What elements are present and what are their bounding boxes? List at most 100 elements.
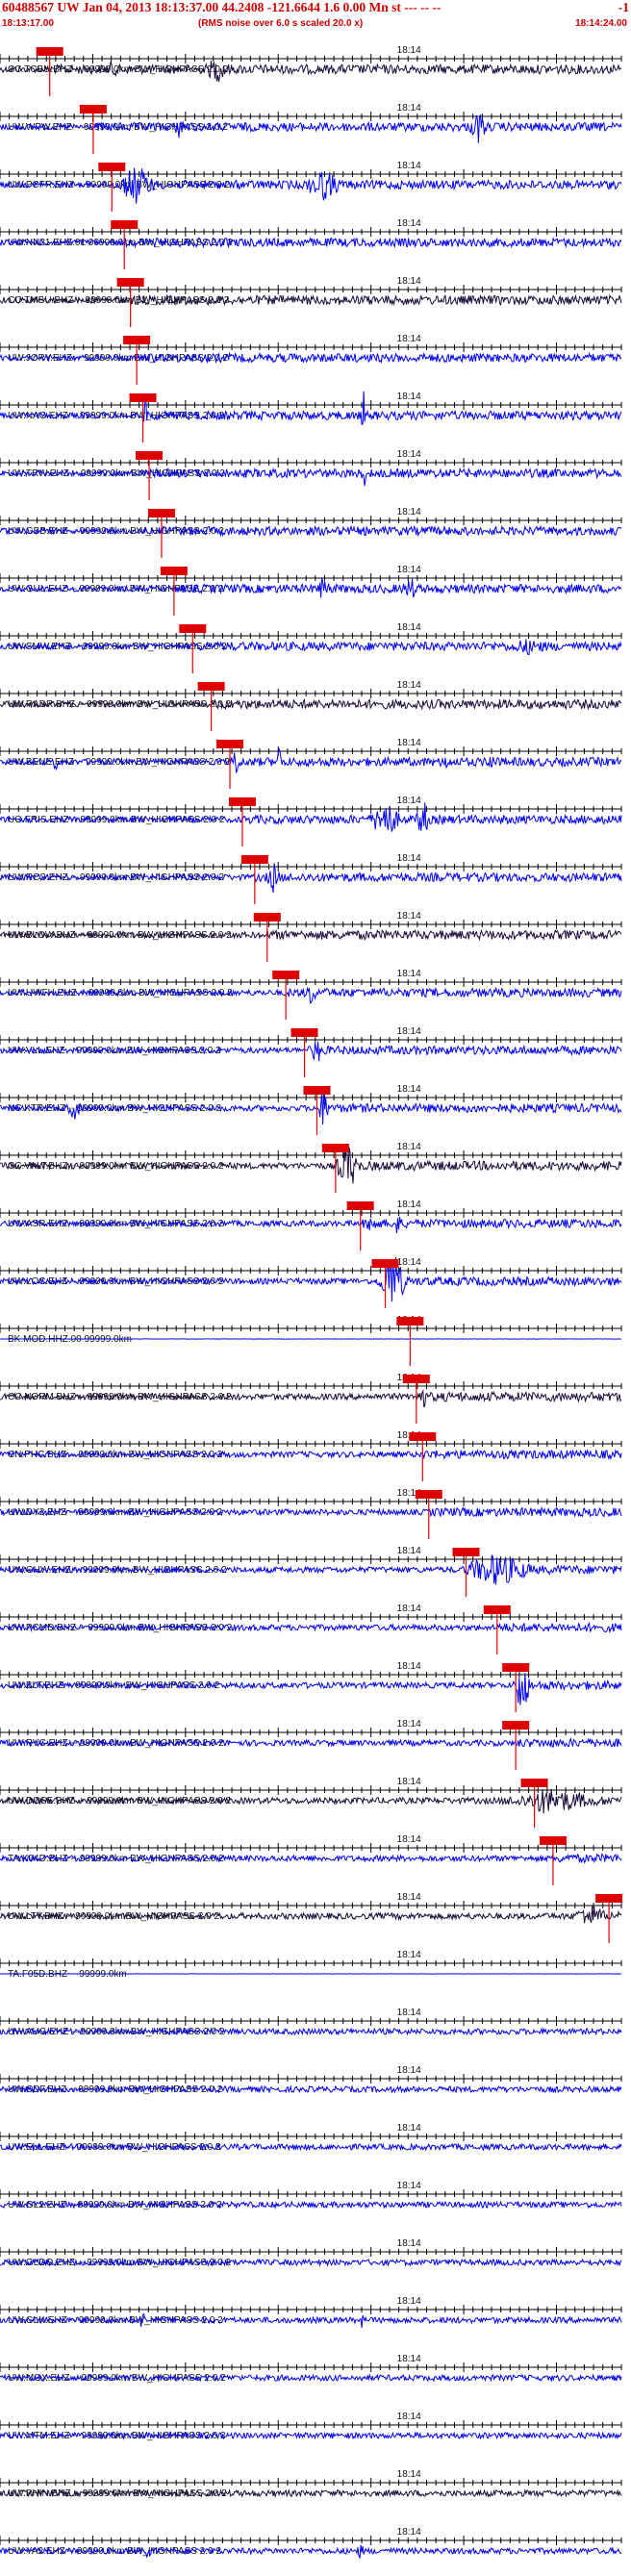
trace-row: 18:14UW.MOX.EHZ -- 99999.0km BW_HIGHPASS…	[0, 2354, 622, 2384]
start-time: 18:13:17.00	[2, 18, 54, 29]
trace-row: 18:14UW.NN21.EHZ.01 99999.0km BW_HIGHPAS…	[0, 218, 622, 269]
trace-row: 18:14UW.GLK.EHZ -- 99999.0km BW_HIGHPASS…	[0, 2296, 622, 2328]
minute-tick-label: 18:14	[397, 2469, 421, 2480]
trace-row: 18:14UW.GHW.EHZ -- 99999.0km BW_HIGHPASS…	[0, 1546, 622, 1597]
phase-pick-flag	[216, 740, 244, 748]
trace-row: 18:14UW.RCS.EHZ -- 99999.0km BW_HIGHPASS…	[0, 853, 622, 904]
minute-tick-label: 18:14	[397, 449, 421, 460]
trace-row: 18:14CC.TCBU.BHZ -- 99999.0km BW_HIGHPAS…	[0, 45, 622, 96]
minute-tick-label: 18:14	[397, 2181, 421, 2191]
minute-tick-label: 18:14	[397, 1200, 421, 1210]
minute-tick-label: 18:14	[397, 2123, 421, 2134]
trace-row: 18:14UW.GBB.EHZ -- 99999.0km BW_HIGHPASS…	[0, 507, 622, 558]
phase-pick-flag	[179, 624, 207, 633]
phase-pick-flag	[396, 1317, 424, 1326]
trace-row: 18:14UW.VLL.EHZ -- 99999.0km BW_HIGHPASS…	[0, 1026, 622, 1077]
minute-tick-label: 18:14	[397, 1834, 421, 1845]
station-label: UW.GL2.EHZ -- 99999.0km BW_HIGHPASS 2.0 …	[8, 2200, 222, 2210]
trace-row: 18:14UW.LOC.EHZ -- 99999.0km BW_HIGHPASS…	[0, 1257, 622, 1308]
trace-row: 18:14UW.TRW.EHZ -- 99999.0km BW_HIGHPASS…	[0, 449, 622, 500]
rms-note: (RMS noise over 6.0 s scaled 20.0 x)	[198, 18, 364, 29]
phase-pick-flag	[123, 336, 151, 344]
minute-tick-label: 18:14	[397, 969, 421, 979]
minute-tick-label: 18:14	[397, 2354, 421, 2364]
station-label: UW.BENE.EHZ -- 99999.0km BW_HIGHPASS 2.0…	[8, 757, 230, 768]
plot-header: 60488567 UW Jan 04, 2013 18:13:37.00 44.…	[0, 0, 631, 35]
event-title: 60488567 UW Jan 04, 2013 18:13:37.00 44.…	[2, 0, 442, 14]
trace-row: 18:14UW.GUL.EHZ -- 99999.0km BW_HIGHPASS…	[0, 565, 622, 616]
trace-row: 18:14UW.ELL.EHZ -- 99999.0km BW_HIGHPASS…	[0, 2123, 622, 2153]
phase-pick-flag	[272, 971, 300, 979]
trace-row: 18:14UW.CDF.EHZ -- 99999.0km BW_HIGHPASS…	[0, 2065, 622, 2095]
minute-tick-label: 18:14	[397, 276, 421, 287]
trace-row: 18:14BK.MOD.HHZ.00 99999.0km	[0, 1315, 622, 1366]
phase-pick-flag	[520, 1779, 548, 1787]
seismogram-plot: 18:14CC.TCBU.BHZ -- 99999.0km BW_HIGHPAS…	[0, 45, 623, 2560]
minute-tick-label: 18:14	[397, 507, 421, 518]
phase-pick-flag	[409, 1432, 437, 1441]
trace-row: 18:14UW.DY2.EHZ -- 99999.0km BW_HIGHPASS…	[0, 1488, 622, 1539]
minute-tick-label: 18:14	[397, 565, 421, 575]
minute-tick-label: 18:14	[397, 1950, 421, 1960]
minute-tick-label: 18:14	[397, 2412, 421, 2422]
trace-row: 18:14TA.K04D.BHZ -- 99999.0km BW_HIGHPAS…	[0, 1834, 622, 1885]
trace-row: 18:14CC.TMBU.BHZ -- 99999.0km BW_HIGHPAS…	[0, 276, 622, 327]
phase-pick-flag	[98, 163, 126, 171]
phase-pick-flag	[290, 1028, 318, 1037]
minute-tick-label: 18:14	[397, 2008, 421, 2018]
minute-tick-label: 18:14	[397, 680, 421, 691]
minute-tick-label: 18:14	[397, 2065, 421, 2076]
trace-row: 18:14UO.FRIS.EHZ -- 99999.0km BW_HIGHPAS…	[0, 796, 622, 846]
trace-row: 18:14UW.GLDO.EHZ -- 99999.0km BW_HIGHPAS…	[0, 2238, 622, 2268]
phase-pick-flag	[595, 1894, 623, 1903]
trace-row: 18:14CC.VALT.BHZ -- 99999.0km BW_HIGHPAS…	[0, 1142, 622, 1193]
waveform-trace	[0, 1257, 622, 1302]
minute-tick-label: 18:14	[397, 911, 421, 922]
phase-pick-flag	[197, 682, 225, 691]
trace-row: 18:14UW.UWFH.EHZ -- 99999.0km BW_HIGHPAS…	[0, 969, 622, 1020]
minute-tick-label: 18:14	[397, 1719, 421, 1730]
minute-tick-label: 18:14	[397, 161, 421, 171]
event-title-continuation: -1	[618, 0, 629, 14]
trace-row: 18:14NC.KTR.EHZ -- 99999.0km BW_HIGHPASS…	[0, 1084, 622, 1135]
minute-tick-label: 18:14	[397, 1084, 421, 1095]
station-label: UW.PHIN.BHZ -- 99999.0km BW_HIGHPASS 2.0…	[8, 2488, 227, 2499]
phase-pick-flag	[483, 1605, 511, 1614]
minute-tick-label: 18:14	[397, 1257, 421, 1268]
phase-pick-flag	[111, 220, 139, 229]
trace-row: 18:14UW.ASR.EHZ -- 99999.0km BW_HIGHPASS…	[0, 1200, 622, 1250]
phase-pick-flag	[129, 393, 157, 402]
phase-pick-flag	[303, 1086, 331, 1095]
phase-pick-flag	[160, 567, 188, 575]
minute-tick-label: 18:14	[397, 2238, 421, 2249]
minute-tick-label: 18:14	[397, 1604, 421, 1614]
end-time: 18:14:24.00	[575, 18, 627, 29]
minute-tick-label: 18:14	[397, 2296, 421, 2307]
phase-pick-flag	[253, 913, 281, 922]
trace-row: 18:14UW.MTM.EHZ -- 99999.0km BW_HIGHPASS…	[0, 2412, 622, 2441]
trace-row: 18:14 UW.GL2.EHZ -- 99999.0km BW_HIGHPASS…	[0, 2181, 622, 2210]
phase-pick-flag	[402, 1375, 430, 1383]
trace-row: 18:14UW.AUG.EHZ -- 99999.0km BW_HIGHPASS…	[0, 2008, 622, 2037]
station-label: UW.PCMD.BHZ -- 99999.0km BW_HIGHPASS 2.0…	[8, 1623, 233, 1633]
trace-row: 18:14UW.JORY.EHZ -- 99999.0km BW_HIGHPAS…	[0, 334, 622, 385]
minute-tick-label: 18:14	[397, 622, 421, 633]
minute-tick-label: 18:14	[397, 1892, 421, 1903]
phase-pick-flag	[228, 797, 256, 806]
trace-row: 18:14UW.BLT.EHZ -- 99999.0km BW_HIGHPASS…	[0, 1661, 622, 1712]
station-label: UW.BLOW.BHZ -- 99999.0km BW_HIGHPASS 2.0…	[8, 930, 232, 941]
phase-pick-flag	[415, 1490, 442, 1499]
trace-row: 18:14UW.SMW.EHZ -- 99999.0km BW_HIGHPASS…	[0, 622, 622, 673]
phase-pick-flag	[371, 1259, 399, 1268]
minute-tick-label: 18:14	[397, 391, 421, 402]
trace-row: 18:14 UW.BENE.EHZ -- 99999.0km BW_HIGHPAS…	[0, 738, 622, 789]
trace-row: 18:14UW.LTY.BHZ -- 99999.0km BW_HIGHPASS…	[0, 1892, 623, 1943]
minute-tick-label: 18:14	[397, 1142, 421, 1152]
minute-tick-label: 18:14	[397, 334, 421, 344]
phase-pick-flag	[147, 509, 175, 518]
phase-pick-flag	[240, 855, 268, 864]
minute-tick-label: 18:14	[397, 1661, 421, 1672]
minute-tick-label: 18:14	[397, 2527, 421, 2538]
phase-pick-flag	[136, 451, 164, 460]
phase-pick-flag	[79, 105, 107, 114]
